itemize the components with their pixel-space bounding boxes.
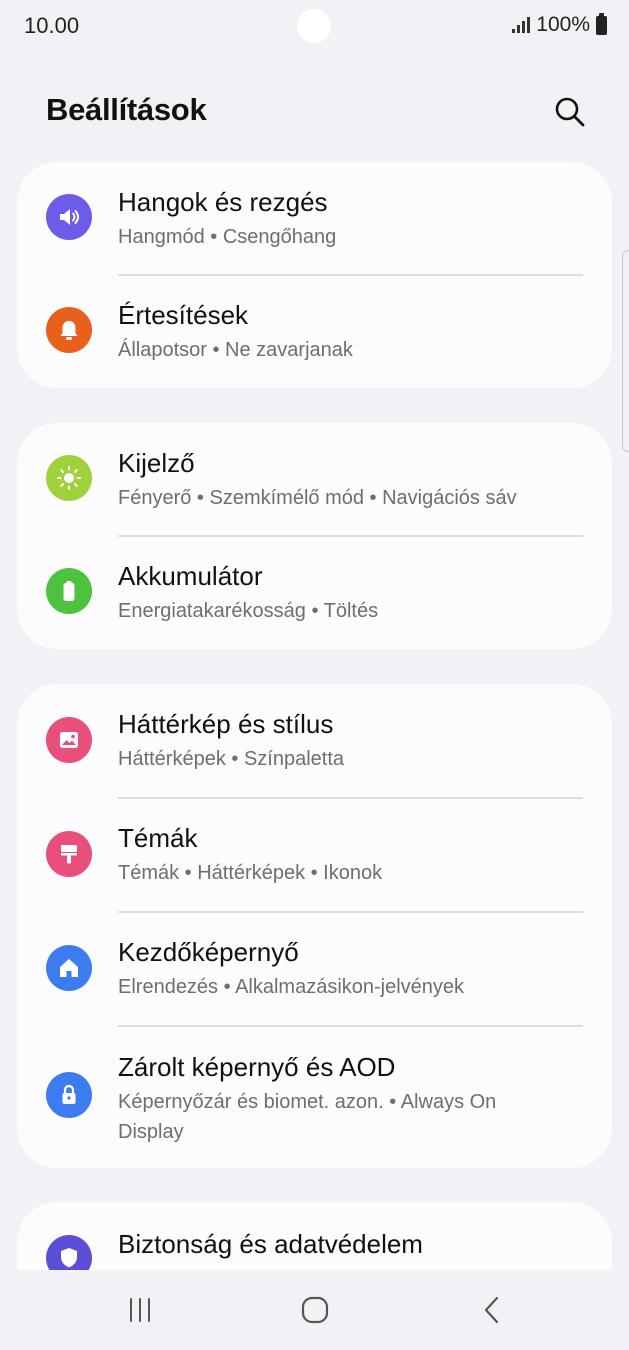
- bell-icon: [46, 307, 92, 353]
- back-button[interactable]: [447, 1280, 537, 1340]
- home-icon: [46, 945, 92, 991]
- battery-status-icon: [596, 12, 607, 35]
- home-nav-button[interactable]: [270, 1280, 360, 1340]
- settings-item-title: Hangok és rezgés: [118, 187, 328, 217]
- settings-item-title: Biztonság és adatvédelem: [118, 1229, 423, 1259]
- settings-item-title: Témák: [118, 823, 198, 853]
- settings-item-subtitle: Hangmód • Csengőhang: [118, 226, 337, 248]
- settings-item-display[interactable]: Kijelző Fényerő • Szemkímélő mód • Navig…: [17, 423, 612, 536]
- settings-item-title: Kezdőképernyő: [118, 937, 299, 967]
- search-button[interactable]: [548, 90, 592, 134]
- status-indicators: 100%: [512, 12, 607, 37]
- settings-item-subtitle: Energiatakarékosság • Töltés: [118, 600, 379, 622]
- home-nav-icon: [301, 1296, 329, 1324]
- settings-item-subtitle: Háttérképek • Színpaletta: [118, 748, 345, 770]
- battery-icon: [46, 568, 92, 614]
- status-bar: 10.00 100%: [0, 0, 629, 56]
- settings-item-title: Zárolt képernyő és AOD: [118, 1052, 396, 1082]
- shield-icon: [46, 1235, 92, 1270]
- settings-item-themes[interactable]: Témák Témák • Háttérképek • Ikonok: [17, 798, 612, 912]
- settings-item-subtitle: Témák • Háttérképek • Ikonok: [118, 862, 383, 884]
- settings-item-security[interactable]: Biztonság és adatvédelem: [17, 1202, 612, 1270]
- settings-item-title: Akkumulátor: [118, 561, 263, 591]
- settings-item-subtitle: Képernyőzár és biomet. azon. • Always On…: [118, 1091, 497, 1143]
- image-icon: [46, 717, 92, 763]
- settings-item-home-screen[interactable]: Kezdőképernyő Elrendezés • Alkalmazásiko…: [17, 912, 612, 1026]
- paintbrush-icon: [46, 831, 92, 877]
- volume-icon: [46, 194, 92, 240]
- settings-item-title: Háttérkép és stílus: [118, 709, 334, 739]
- status-time: 10.00: [24, 13, 80, 38]
- recents-icon: [130, 1298, 150, 1322]
- signal-icon: [512, 17, 531, 33]
- battery-percent: 100%: [536, 13, 590, 36]
- header: Beállítások: [0, 80, 629, 144]
- settings-item-subtitle: Állapotsor • Ne zavarjanak: [118, 339, 353, 361]
- page-title: Beállítások: [46, 92, 207, 127]
- settings-item-sounds[interactable]: Hangok és rezgés Hangmód • Csengőhang: [17, 162, 612, 275]
- search-icon: [555, 97, 585, 127]
- scrollbar-handle[interactable]: [622, 250, 629, 452]
- settings-item-subtitle: Fényerő • Szemkímélő mód • Navigációs sá…: [118, 487, 517, 509]
- camera-cutout: [297, 9, 331, 43]
- settings-item-title: Kijelző: [118, 448, 195, 478]
- back-icon: [484, 1296, 499, 1324]
- navigation-bar: [0, 1270, 629, 1350]
- settings-item-notifications[interactable]: Értesítések Állapotsor • Ne zavarjanak: [17, 275, 612, 388]
- settings-group-security: Biztonság és adatvédelem: [17, 1202, 612, 1270]
- settings-group-appearance: Háttérkép és stílus Háttérképek • Színpa…: [17, 684, 612, 1168]
- settings-item-wallpaper[interactable]: Háttérkép és stílus Háttérképek • Színpa…: [17, 684, 612, 797]
- settings-item-title: Értesítések: [118, 300, 249, 330]
- settings-group-display-battery: Kijelző Fényerő • Szemkímélő mód • Navig…: [17, 423, 612, 649]
- settings-item-subtitle: Elrendezés • Alkalmazásikon-jelvények: [118, 976, 465, 998]
- settings-item-battery[interactable]: Akkumulátor Energiatakarékosság • Töltés: [17, 536, 612, 649]
- settings-group-sound-notifications: Hangok és rezgés Hangmód • Csengőhang Ér…: [17, 162, 612, 388]
- recents-button[interactable]: [95, 1280, 185, 1340]
- settings-item-lock-screen[interactable]: Zárolt képernyő és AOD Képernyőzár és bi…: [17, 1026, 612, 1168]
- lock-icon: [46, 1072, 92, 1118]
- brightness-icon: [46, 455, 92, 501]
